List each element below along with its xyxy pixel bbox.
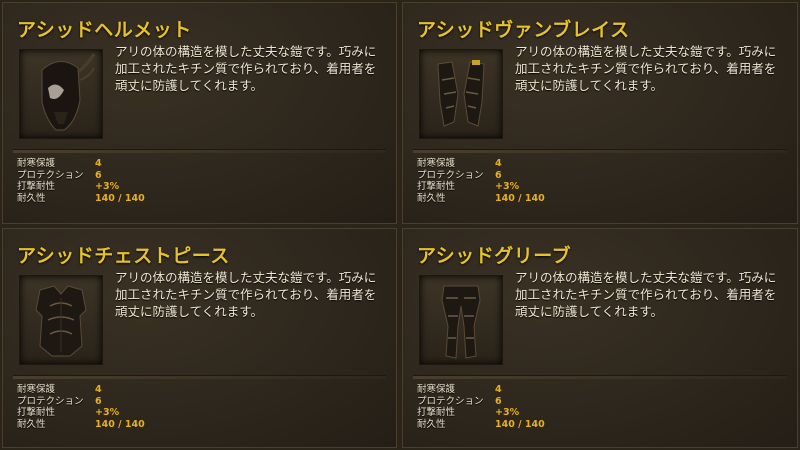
stat-row-cold-protection: 耐寒保護 4 <box>417 384 617 396</box>
item-card-chestpiece: アシッドチェストピース アリの体の構造を模した丈夫な鎧です。巧みに加工されたキチ… <box>2 228 397 448</box>
stat-value: 4 <box>95 384 102 395</box>
stat-label: 耐久性 <box>17 418 46 430</box>
stat-row-blunt-resistance: 打撃耐性 +3% <box>17 407 217 419</box>
stat-label: 打撃耐性 <box>17 181 56 193</box>
stat-row-cold-protection: 耐寒保護 4 <box>417 158 617 170</box>
item-card-vambraces: アシッドヴァンブレイス アリの体の構造を模した丈夫な鎧です。巧みに加工されたキチ… <box>402 2 798 224</box>
stat-row-durability: 耐久性 140 / 140 <box>17 193 217 205</box>
stat-value: 140 / 140 <box>95 192 145 204</box>
stat-value: 6 <box>95 395 102 407</box>
item-description: アリの体の構造を模した丈夫な鎧です。巧みに加工されたキチン質で作られており、着用… <box>515 44 777 93</box>
stat-label: 打撃耐性 <box>17 407 56 419</box>
stat-row-protection: プロテクション 6 <box>17 170 217 182</box>
stat-label: 耐寒保護 <box>417 384 456 395</box>
stat-row-blunt-resistance: 打撃耐性 +3% <box>417 407 617 419</box>
item-card-greaves: アシッドグリーブ アリの体の構造を模した丈夫な鎧です。巧みに加工されたキチン質で… <box>402 228 798 448</box>
stat-row-blunt-resistance: 打撃耐性 +3% <box>417 181 617 193</box>
stat-value: +3% <box>95 181 120 193</box>
armor-tooltip-grid: アシッドヘルメット アリの体の構造を模した丈夫な鎧です。巧みに加工されたキチン質… <box>0 0 800 450</box>
item-title: アシッドヴァンブレイス <box>417 19 630 41</box>
acid-chestpiece-icon <box>19 275 103 365</box>
stat-value: 6 <box>95 169 102 181</box>
item-title: アシッドグリーブ <box>417 245 572 267</box>
item-title: アシッドヘルメット <box>17 19 192 41</box>
stat-label: プロテクション <box>417 395 484 407</box>
stat-label: 耐久性 <box>17 192 46 204</box>
stat-label: プロテクション <box>17 395 84 407</box>
item-description: アリの体の構造を模した丈夫な鎧です。巧みに加工されたキチン質で作られており、着用… <box>515 270 777 319</box>
stat-label: 耐久性 <box>417 192 446 204</box>
stat-value: +3% <box>495 407 520 419</box>
stat-label: 耐久性 <box>417 418 446 430</box>
stats-list: 耐寒保護 4 プロテクション 6 打撃耐性 +3% 耐久性 140 / 140 <box>17 384 217 430</box>
stat-row-protection: プロテクション 6 <box>417 396 617 408</box>
stat-label: プロテクション <box>17 169 84 181</box>
stat-value: +3% <box>95 407 120 419</box>
stats-list: 耐寒保護 4 プロテクション 6 打撃耐性 +3% 耐久性 140 / 140 <box>17 158 217 204</box>
stat-label: プロテクション <box>417 169 484 181</box>
stat-row-blunt-resistance: 打撃耐性 +3% <box>17 181 217 193</box>
item-description: アリの体の構造を模した丈夫な鎧です。巧みに加工されたキチン質で作られており、着用… <box>115 44 377 93</box>
stats-list: 耐寒保護 4 プロテクション 6 打撃耐性 +3% 耐久性 140 / 140 <box>417 158 617 204</box>
item-description: アリの体の構造を模した丈夫な鎧です。巧みに加工されたキチン質で作られており、着用… <box>115 270 377 319</box>
divider <box>13 149 386 153</box>
stat-label: 打撃耐性 <box>417 407 456 419</box>
stat-row-durability: 耐久性 140 / 140 <box>417 419 617 431</box>
stat-label: 耐寒保護 <box>17 158 56 169</box>
stat-value: 140 / 140 <box>495 192 545 204</box>
divider <box>413 375 787 379</box>
stat-value: 4 <box>95 158 102 169</box>
item-title: アシッドチェストピース <box>17 245 230 267</box>
stat-value: 6 <box>495 169 502 181</box>
acid-helmet-icon <box>19 49 103 139</box>
divider <box>13 375 386 379</box>
stat-row-cold-protection: 耐寒保護 4 <box>17 384 217 396</box>
stat-row-cold-protection: 耐寒保護 4 <box>17 158 217 170</box>
stat-label: 打撃耐性 <box>417 181 456 193</box>
stat-value: 140 / 140 <box>495 418 545 430</box>
acid-vambraces-icon <box>419 49 503 139</box>
stat-value: 6 <box>495 395 502 407</box>
stat-value: +3% <box>495 181 520 193</box>
stat-row-durability: 耐久性 140 / 140 <box>17 419 217 431</box>
item-card-helmet: アシッドヘルメット アリの体の構造を模した丈夫な鎧です。巧みに加工されたキチン質… <box>2 2 397 224</box>
stats-list: 耐寒保護 4 プロテクション 6 打撃耐性 +3% 耐久性 140 / 140 <box>417 384 617 430</box>
stat-value: 140 / 140 <box>95 418 145 430</box>
stat-value: 4 <box>495 384 502 395</box>
acid-greaves-icon <box>419 275 503 365</box>
stat-row-durability: 耐久性 140 / 140 <box>417 193 617 205</box>
stat-value: 4 <box>495 158 502 169</box>
divider <box>413 149 787 153</box>
stat-row-protection: プロテクション 6 <box>17 396 217 408</box>
stat-row-protection: プロテクション 6 <box>417 170 617 182</box>
stat-label: 耐寒保護 <box>17 384 56 395</box>
stat-label: 耐寒保護 <box>417 158 456 169</box>
